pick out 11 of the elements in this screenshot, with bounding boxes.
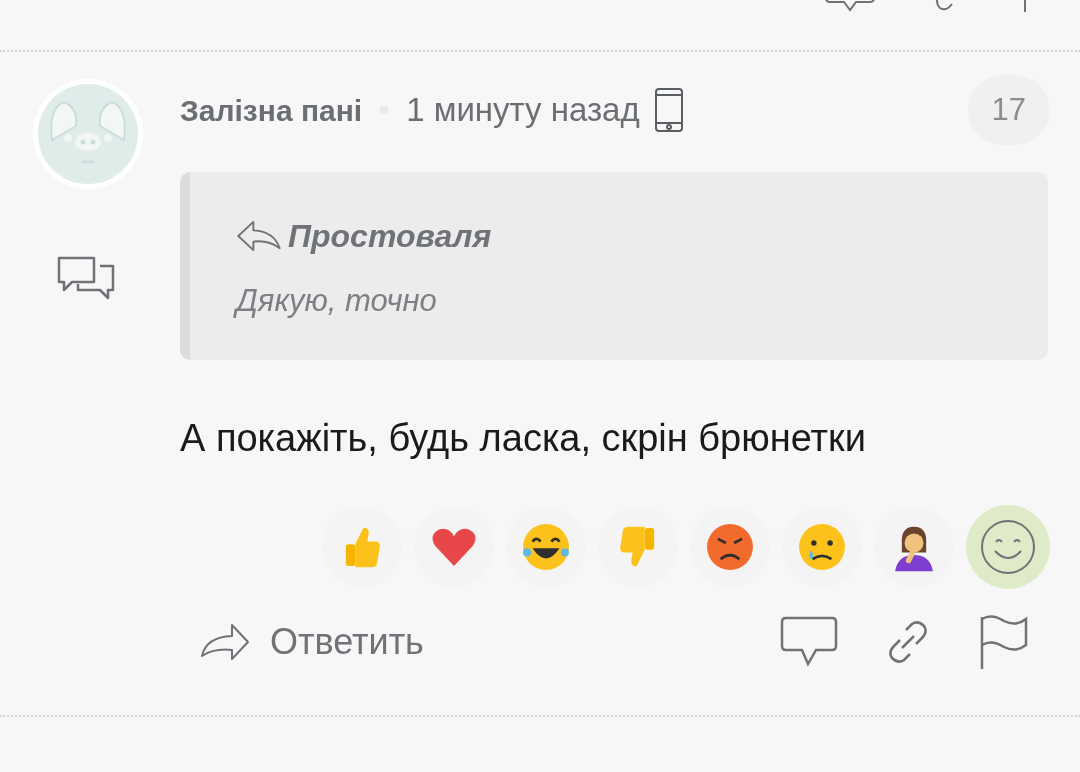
comment-icon[interactable] [780, 616, 838, 668]
author-name[interactable]: Залізна пані [180, 87, 363, 133]
reply-button[interactable]: Ответить [198, 615, 424, 669]
comment-time: 1 минуту назад [406, 90, 640, 131]
reply-icon [198, 623, 250, 661]
reply-arrow-icon [236, 220, 282, 252]
phone-icon [653, 87, 684, 133]
smiley-icon [980, 519, 1036, 575]
quoted-author: Простоваля [288, 217, 492, 256]
comment-text: А покажіть, будь ласка, скрін брюнетки [180, 416, 867, 461]
rating-badge: 17 [967, 74, 1050, 146]
